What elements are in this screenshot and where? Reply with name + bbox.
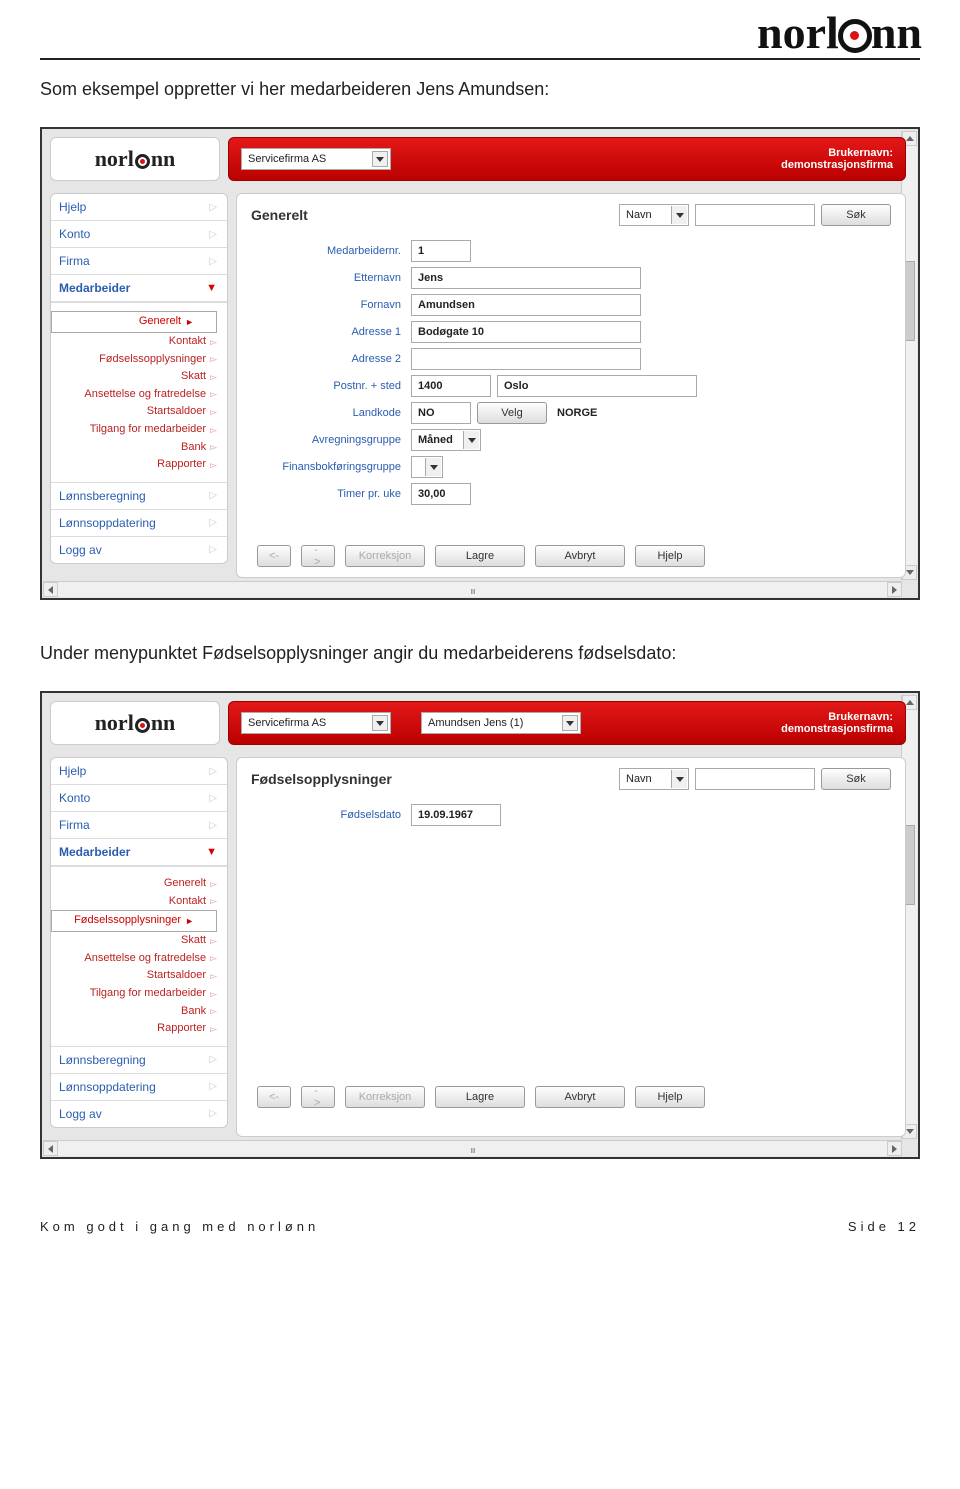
footer-left: Kom godt i gang med norlønn bbox=[40, 1219, 319, 1234]
person-select[interactable]: Amundsen Jens (1) bbox=[421, 712, 581, 734]
field-landkode[interactable]: NO bbox=[411, 402, 471, 424]
lagre-button[interactable]: Lagre bbox=[435, 545, 525, 567]
subnav-bank-2[interactable]: Bank▻ bbox=[51, 1003, 217, 1021]
header-bar-2: Servicefirma AS Amundsen Jens (1) Bruker… bbox=[228, 701, 906, 745]
nav-hjelp-2[interactable]: Hjelp▷ bbox=[51, 758, 227, 785]
subnav-skatt-2[interactable]: Skatt▻ bbox=[51, 932, 217, 950]
search-type-select[interactable]: Navn bbox=[619, 204, 689, 226]
footer-right: Side 12 bbox=[848, 1219, 920, 1234]
land-name: NORGE bbox=[557, 407, 597, 419]
subnav-startsaldoer-2[interactable]: Startsaldoer▻ bbox=[51, 967, 217, 985]
screenshot-fodsel: ııı norlnn Servicefirma AS Amundsen Jens… bbox=[40, 691, 920, 1159]
nav-loggav-2[interactable]: Logg av▷ bbox=[51, 1101, 227, 1127]
nav-hjelp[interactable]: Hjelp▷ bbox=[51, 194, 227, 221]
user-info: Brukernavn: demonstrasjonsfirma bbox=[781, 147, 893, 171]
subnav-tilgang[interactable]: Tilgang for medarbeider▻ bbox=[51, 421, 217, 439]
korreksjon-button[interactable]: Korreksjon bbox=[345, 545, 425, 567]
nav-lonnsberegning[interactable]: Lønnsberegning▷ bbox=[51, 483, 227, 510]
subnav-rapporter[interactable]: Rapporter▻ bbox=[51, 456, 217, 474]
subnav: Generelt► Kontakt▻ Fødselssopplysninger▻… bbox=[51, 302, 227, 483]
nav-lonnsberegning-2[interactable]: Lønnsberegning▷ bbox=[51, 1047, 227, 1074]
subnav-skatt[interactable]: Skatt▻ bbox=[51, 368, 217, 386]
field-fodselsdato[interactable]: 19.09.1967 bbox=[411, 804, 501, 826]
field-avregningsgruppe[interactable]: Måned bbox=[411, 429, 481, 451]
subnav-bank[interactable]: Bank▻ bbox=[51, 439, 217, 457]
field-adresse1[interactable]: Bodøgate 10 bbox=[411, 321, 641, 343]
prev-button[interactable]: <- bbox=[257, 545, 291, 567]
lagre-button-2[interactable]: Lagre bbox=[435, 1086, 525, 1108]
hjelp-button-2[interactable]: Hjelp bbox=[635, 1086, 705, 1108]
subnav-ansettelse[interactable]: Ansettelse og fratredelse▻ bbox=[51, 386, 217, 404]
nav-lonnsoppdatering[interactable]: Lønnsoppdatering▷ bbox=[51, 510, 227, 537]
field-adresse2[interactable] bbox=[411, 348, 641, 370]
search-input-2[interactable] bbox=[695, 768, 815, 790]
search-button[interactable]: Søk bbox=[821, 204, 891, 226]
subnav-fodsel-2[interactable]: Fødselssopplysninger► bbox=[51, 910, 217, 932]
avbryt-button-2[interactable]: Avbryt bbox=[535, 1086, 625, 1108]
subnav-tilgang-2[interactable]: Tilgang for medarbeider▻ bbox=[51, 985, 217, 1003]
paragraph-2: Under menypunktet Fødselsopplysninger an… bbox=[40, 640, 920, 667]
paragraph-1: Som eksempel oppretter vi her medarbeide… bbox=[40, 76, 920, 103]
panel-title: Generelt bbox=[251, 207, 308, 223]
korreksjon-button-2[interactable]: Korreksjon bbox=[345, 1086, 425, 1108]
nav-firma-2[interactable]: Firma▷ bbox=[51, 812, 227, 839]
subnav-fodsel[interactable]: Fødselssopplysninger▻ bbox=[51, 351, 217, 369]
field-fornavn[interactable]: Amundsen bbox=[411, 294, 641, 316]
company-select-2[interactable]: Servicefirma AS bbox=[241, 712, 391, 734]
subnav-startsaldoer[interactable]: Startsaldoer▻ bbox=[51, 403, 217, 421]
app-logo: norlnn bbox=[50, 137, 220, 181]
search-type-select-2[interactable]: Navn bbox=[619, 768, 689, 790]
nav-firma[interactable]: Firma▷ bbox=[51, 248, 227, 275]
company-select[interactable]: Servicefirma AS bbox=[241, 148, 391, 170]
subnav-2: Generelt▻ Kontakt▻ Fødselssopplysninger►… bbox=[51, 866, 227, 1047]
panel-fodsel: Fødselsopplysninger Navn Søk Fødselsdato… bbox=[236, 757, 906, 1137]
user-info-2: Brukernavn: demonstrasjonsfirma bbox=[781, 711, 893, 735]
subnav-kontakt-2[interactable]: Kontakt▻ bbox=[51, 893, 217, 911]
field-medarbeidernr[interactable]: 1 bbox=[411, 240, 471, 262]
brand-logo-top: norlnn bbox=[757, 6, 922, 59]
nav-lonnsoppdatering-2[interactable]: Lønnsoppdatering▷ bbox=[51, 1074, 227, 1101]
nav-konto-2[interactable]: Konto▷ bbox=[51, 785, 227, 812]
header-bar: Servicefirma AS Brukernavn: demonstrasjo… bbox=[228, 137, 906, 181]
app-logo-2: norlnn bbox=[50, 701, 220, 745]
panel-title-2: Fødselsopplysninger bbox=[251, 771, 392, 787]
panel-generelt: Generelt Navn Søk Medarbeidernr.1 Ettern… bbox=[236, 193, 906, 578]
subnav-ansettelse-2[interactable]: Ansettelse og fratredelse▻ bbox=[51, 950, 217, 968]
screenshot-generelt: ııı norlnn Servicefirma AS Brukernavn: d… bbox=[40, 127, 920, 600]
page-footer: Kom godt i gang med norlønn Side 12 bbox=[40, 1219, 920, 1234]
velg-button[interactable]: Velg bbox=[477, 402, 547, 424]
subnav-generelt[interactable]: Generelt► bbox=[51, 311, 217, 333]
nav-medarbeider-2[interactable]: Medarbeider▼ bbox=[51, 839, 227, 866]
field-timer[interactable]: 30,00 bbox=[411, 483, 471, 505]
search-input[interactable] bbox=[695, 204, 815, 226]
company-value: Servicefirma AS bbox=[248, 153, 326, 165]
prev-button-2[interactable]: <- bbox=[257, 1086, 291, 1108]
next-button-2[interactable]: -> bbox=[301, 1086, 335, 1108]
next-button[interactable]: -> bbox=[301, 545, 335, 567]
subnav-rapporter-2[interactable]: Rapporter▻ bbox=[51, 1020, 217, 1038]
nav-loggav[interactable]: Logg av▷ bbox=[51, 537, 227, 563]
field-sted[interactable]: Oslo bbox=[497, 375, 697, 397]
nav-konto[interactable]: Konto▷ bbox=[51, 221, 227, 248]
horizontal-scrollbar[interactable]: ııı bbox=[43, 581, 902, 597]
nav-medarbeider[interactable]: Medarbeider▼ bbox=[51, 275, 227, 302]
field-postnr[interactable]: 1400 bbox=[411, 375, 491, 397]
subnav-generelt-2[interactable]: Generelt▻ bbox=[51, 875, 217, 893]
field-etternavn[interactable]: Jens bbox=[411, 267, 641, 289]
search-button-2[interactable]: Søk bbox=[821, 768, 891, 790]
field-finansgruppe[interactable] bbox=[411, 456, 443, 478]
horizontal-scrollbar-2[interactable]: ııı bbox=[43, 1140, 902, 1156]
subnav-kontakt[interactable]: Kontakt▻ bbox=[51, 333, 217, 351]
hjelp-button[interactable]: Hjelp bbox=[635, 545, 705, 567]
avbryt-button[interactable]: Avbryt bbox=[535, 545, 625, 567]
